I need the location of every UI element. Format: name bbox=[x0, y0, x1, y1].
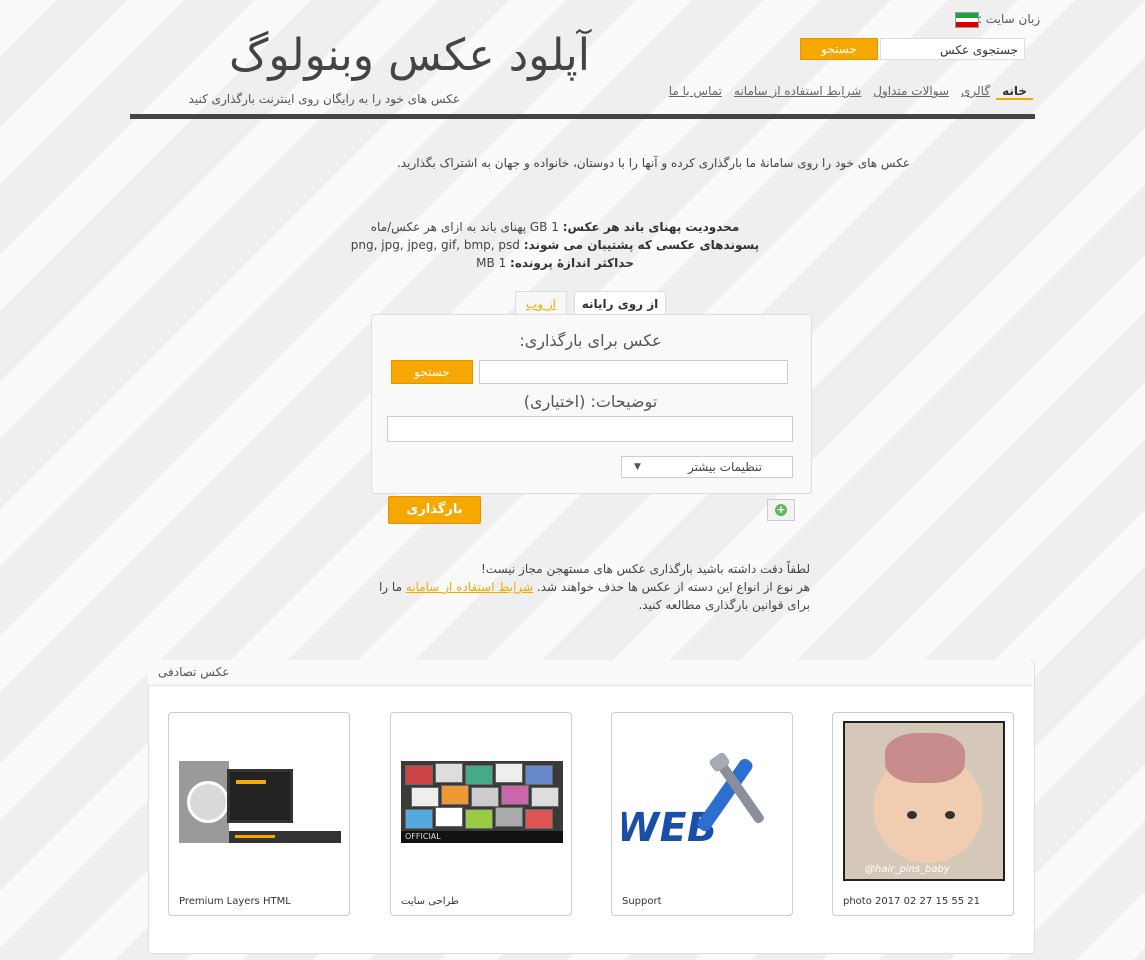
card-caption[interactable]: طراحی سایت bbox=[401, 896, 459, 907]
terms-link[interactable]: شرایط استفاده از سامانه bbox=[406, 580, 533, 594]
template-thumbnail[interactable] bbox=[179, 761, 341, 843]
nav-faq[interactable]: سوالات متداول bbox=[867, 84, 955, 100]
iran-flag-icon[interactable] bbox=[955, 12, 979, 28]
gallery-card[interactable]: Premium Layers HTML bbox=[168, 712, 350, 916]
tab-from-computer[interactable]: از روی رایانه bbox=[574, 291, 666, 315]
card-caption[interactable]: Premium Layers HTML bbox=[179, 896, 291, 907]
chevron-down-icon: ▼ bbox=[634, 462, 641, 472]
web-support-thumbnail[interactable]: WEB bbox=[611, 743, 784, 853]
random-photos-title: عکس تصادفی bbox=[158, 665, 230, 679]
tab-from-web[interactable]: از وب bbox=[515, 291, 567, 315]
nav-terms[interactable]: شرایط استفاده از سامانه bbox=[728, 84, 867, 100]
max-size-value: 1 MB bbox=[476, 256, 507, 270]
site-logo[interactable]: آپلود عکس وبنولوگ bbox=[130, 30, 590, 81]
max-size-label: حداکثر اندازهٔ پرونده: bbox=[510, 256, 634, 270]
baby-photo-thumbnail[interactable]: @hair_pins_baby bbox=[843, 721, 1005, 881]
upload-warning: لطفاً دقت داشته باشید بارگذاری عکس های م… bbox=[300, 560, 810, 614]
thumbnail-caption-overlay: @hair_pins_baby bbox=[865, 864, 950, 875]
website-design-thumbnail[interactable]: OFFICIAL bbox=[401, 761, 563, 843]
upload-button[interactable]: بارگذاری bbox=[388, 496, 481, 524]
nav-home[interactable]: خانه bbox=[996, 84, 1033, 100]
description-label: توضیحات: (اختیاری) bbox=[523, 392, 658, 411]
nav-contact[interactable]: تماس با ما bbox=[663, 84, 728, 100]
description-input[interactable] bbox=[387, 416, 793, 442]
plus-icon: + bbox=[775, 503, 787, 516]
bandwidth-label: محدودیت پهنای باند هر عکس: bbox=[562, 220, 740, 234]
upload-limits: محدودیت پهنای باند هر عکس: 1 GB پهنای با… bbox=[300, 218, 810, 272]
thumbnail-text: OFFICIAL bbox=[401, 831, 563, 843]
header-divider bbox=[130, 114, 1035, 119]
intro-text: عکس های خود را روی سامانهٔ ما بارگذاری ک… bbox=[396, 156, 910, 170]
web-wrench-icon: WEB bbox=[611, 752, 764, 851]
warning-line-2: هر نوع از انواع این دسته از عکس ها حذف خ… bbox=[536, 580, 810, 594]
gallery-card[interactable]: @hair_pins_baby photo 2017 02 27 15 55 2… bbox=[832, 712, 1014, 916]
nav-gallery[interactable]: گالری bbox=[955, 84, 996, 100]
site-language-label: زبان سایت : bbox=[978, 12, 1041, 26]
warning-line-1: لطفاً دقت داشته باشید بارگذاری عکس های م… bbox=[480, 562, 810, 576]
file-path-input[interactable] bbox=[479, 360, 788, 384]
browse-button[interactable]: جستجو bbox=[391, 360, 473, 384]
bandwidth-value: 1 GB پهنای باند به ازای هر عکس/ماه bbox=[370, 220, 559, 234]
random-photos-header bbox=[148, 660, 1033, 686]
search-button[interactable]: جستجو bbox=[800, 38, 878, 60]
main-nav: خانه گالری سوالات متداول شرایط استفاده ا… bbox=[655, 84, 1033, 100]
card-caption[interactable]: Support bbox=[622, 896, 662, 907]
site-tagline: عکس های خود را به رایگان روی اینترنت بار… bbox=[188, 92, 460, 106]
search-input[interactable]: جستجوی عکس bbox=[880, 38, 1025, 60]
extensions-value: png, jpg, jpeg, gif, bmp, psd bbox=[350, 238, 520, 252]
more-settings-label: تنظیمات بیشتر bbox=[687, 460, 762, 474]
more-settings-dropdown[interactable]: تنظیمات بیشتر ▼ bbox=[621, 456, 793, 478]
gallery-card[interactable]: OFFICIAL طراحی سایت bbox=[390, 712, 572, 916]
add-file-button[interactable]: + bbox=[767, 499, 795, 521]
warning-line-2-end: ما را bbox=[378, 580, 402, 594]
extensions-label: پسوندهای عکسی که پشتیبان می شوند: bbox=[523, 238, 760, 252]
warning-line-3: برای قوانین بارگذاری مطالعه کنید. bbox=[638, 598, 810, 612]
card-caption[interactable]: photo 2017 02 27 15 55 21 bbox=[843, 896, 980, 907]
gallery-card[interactable]: WEB Support bbox=[611, 712, 793, 916]
image-to-upload-label: عکس برای بارگذاری: bbox=[519, 331, 662, 350]
